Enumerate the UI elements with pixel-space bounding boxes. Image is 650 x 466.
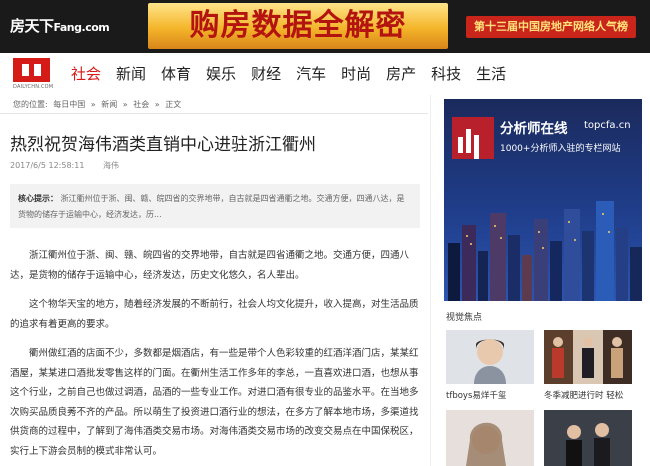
nav-item-finance[interactable]: 财经 (251, 63, 281, 84)
banner-headline: 购房数据全解密 (148, 3, 448, 49)
article-source: 海伟 (102, 161, 119, 170)
logo-domain: DAILYCHN.COM (13, 84, 54, 90)
nav-item-tech[interactable]: 科技 (431, 63, 461, 84)
article-summary: 核心提示： 浙江衢州位于浙、闽、赣、皖四省的交界地带，自古就是四省通衢之地。交通… (10, 184, 420, 228)
breadcrumb: 您的位置: 每日中国 » 新闻 » 社会 » 正文 (13, 99, 184, 110)
breadcrumb-separator: » (154, 100, 160, 109)
breadcrumb-separator: » (90, 100, 96, 109)
article-paragraph: 浙江衢州位于浙、闽、赣、皖四省的交界地带，自古就是四省通衢之地。交通方便，四通八… (10, 250, 410, 281)
nav-items: 社会 新闻 体育 娱乐 财经 汽车 时尚 房产 科技 生活 (71, 63, 506, 84)
breadcrumb-label: 您的位置: (13, 100, 48, 109)
article-meta: 2017/6/5 12:58:11 海伟 (10, 160, 119, 171)
nav-item-entertainment[interactable]: 娱乐 (206, 63, 236, 84)
breadcrumb-item[interactable]: 新闻 (101, 100, 117, 109)
thumbnail-image[interactable] (446, 410, 534, 466)
ad-url: topcfa.cn (584, 120, 631, 131)
group-photo-image (544, 410, 632, 466)
site-logo[interactable]: DAILYCHN.COM (13, 58, 54, 92)
fashion-image (544, 330, 632, 384)
nav-item-social[interactable]: 社会 (71, 63, 101, 84)
ad-name: 分析师在线 (500, 121, 568, 137)
divider (0, 113, 428, 114)
main-nav: DAILYCHN.COM 社会 新闻 体育 娱乐 财经 汽车 时尚 房产 科技 … (0, 55, 650, 95)
summary-label: 核心提示： (18, 194, 58, 203)
article-datetime: 2017/6/5 12:58:11 (10, 161, 85, 170)
thumbnail-image[interactable] (544, 410, 632, 466)
skyline-image (448, 201, 642, 301)
thumbnail-caption[interactable]: tfboys易烊千玺 (446, 389, 506, 401)
nav-item-sports[interactable]: 体育 (161, 63, 191, 84)
portrait-image (446, 330, 534, 384)
sidebar-divider (430, 95, 431, 466)
thumbnail-image[interactable] (446, 330, 534, 384)
summary-text: 浙江衢州位于浙、闽、赣、皖四省的交界地带，自古就是四省通衢之地。交通方便，四通八… (18, 194, 405, 219)
sidebar-ad[interactable]: 分析师在线 topcfa.cn 1000+分析师入驻的专栏网站 (444, 99, 642, 301)
ad-logo-icon (452, 117, 494, 159)
nav-item-life[interactable]: 生活 (476, 63, 506, 84)
breadcrumb-item[interactable]: 每日中国 (53, 100, 85, 109)
section-title: 视觉焦点 (446, 313, 483, 323)
banner-brand: 房天下Fang.com (10, 17, 110, 35)
nav-item-auto[interactable]: 汽车 (296, 63, 326, 84)
nav-item-realestate[interactable]: 房产 (386, 63, 416, 84)
ad-desc: 1000+分析师入驻的专栏网站 (500, 144, 621, 154)
nav-item-fashion[interactable]: 时尚 (341, 63, 371, 84)
logo-mark-icon (13, 58, 50, 82)
article-paragraph: 衢州做红酒的店面不少，多数都是烟酒店，有一些是带个人色彩较重的红酒洋酒门店，某某… (10, 348, 419, 457)
thumbnail-caption[interactable]: 冬季减肥进行时 轻松 (544, 389, 623, 401)
breadcrumb-item: 正文 (165, 100, 182, 109)
top-banner-ad[interactable]: 房天下Fang.com 购房数据全解密 第十三届中国房地产网络人气榜 (0, 0, 650, 53)
portrait-image (446, 410, 534, 466)
breadcrumb-separator: » (122, 100, 128, 109)
article-title: 热烈祝贺海伟酒类直销中心进驻浙江衢州 (10, 135, 316, 155)
breadcrumb-item[interactable]: 社会 (133, 100, 149, 109)
article-paragraph: 这个物华天宝的地方，随着经济发展的不断前行，社会人均文化提升，收入提高，对生活品… (10, 299, 419, 330)
banner-tag: 第十三届中国房地产网络人气榜 (466, 16, 636, 38)
nav-item-news[interactable]: 新闻 (116, 63, 146, 84)
thumbnail-image[interactable] (544, 330, 632, 384)
article-body: 浙江衢州位于浙、闽、赣、皖四省的交界地带，自古就是四省通衢之地。交通方便，四通八… (10, 246, 420, 466)
